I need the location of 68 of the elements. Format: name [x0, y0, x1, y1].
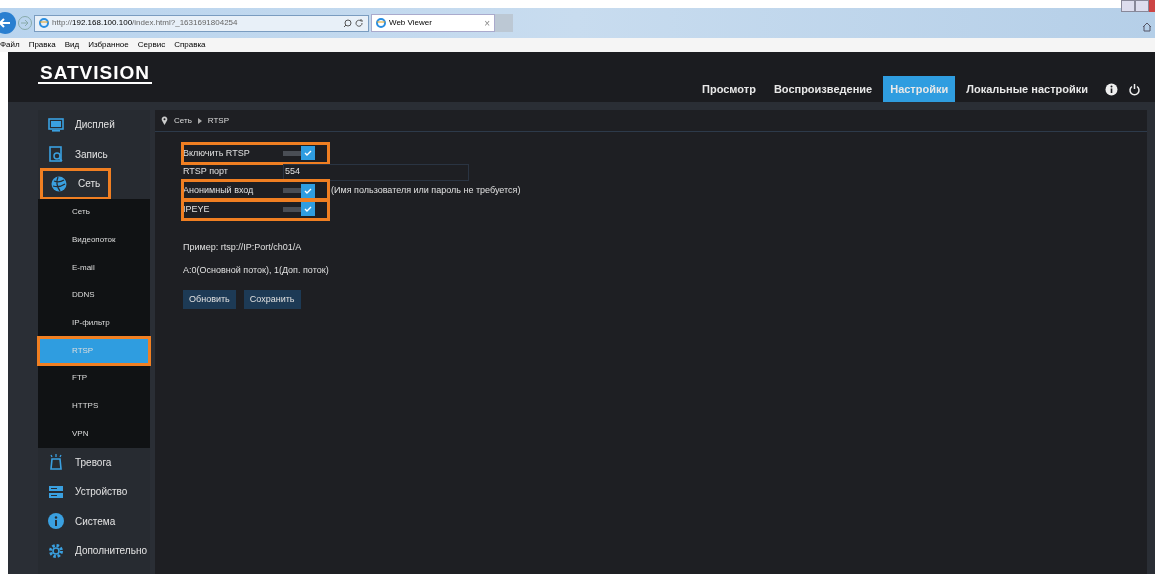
action-button[interactable]: Обновить: [183, 289, 236, 309]
power-icon[interactable]: [1128, 82, 1141, 96]
nav-tab[interactable]: Локальные настройки: [959, 76, 1095, 102]
toggle-switch[interactable]: [283, 146, 315, 161]
logo: SATVISION: [38, 64, 152, 84]
toggle-switch[interactable]: [283, 183, 315, 198]
menu-item[interactable]: Сервис: [137, 39, 166, 51]
input-field[interactable]: 554: [283, 163, 469, 181]
sidebar-item[interactable]: Дисплей: [38, 110, 150, 140]
menu-item[interactable]: Правка: [28, 39, 56, 51]
browser-icon: [39, 18, 49, 28]
refresh-icon: [355, 18, 364, 28]
monitor-icon: [47, 115, 65, 134]
arrow-right-icon: [21, 20, 29, 26]
minimize-button[interactable]: [1121, 0, 1135, 12]
menu-item[interactable]: Справка: [174, 39, 206, 51]
search-icon: [343, 18, 352, 28]
submenu-item[interactable]: IP-фильтр: [38, 309, 150, 337]
sidebar-item[interactable]: Запись: [38, 139, 150, 169]
check-icon: [304, 150, 312, 157]
sidebar-item[interactable]: Дополнительно: [38, 536, 150, 566]
field-label: IPEYE: [183, 202, 211, 216]
submenu-item[interactable]: HTTPS: [38, 392, 150, 420]
location-pin-icon: [161, 116, 168, 125]
menu-item[interactable]: Файл: [0, 39, 20, 51]
back-button[interactable]: [0, 12, 16, 34]
url-text: http://192.168.100.100/index.html?_1631691804254: [52, 17, 238, 29]
nav-tab[interactable]: Воспроизведение: [766, 76, 880, 102]
menu-item[interactable]: Вид: [64, 39, 80, 51]
submenu-item[interactable]: E-mail: [38, 253, 150, 282]
sidebar-item[interactable]: Устройство: [38, 477, 150, 507]
field-label: RTSP порт: [183, 165, 229, 179]
field-label: Включить RTSP: [183, 146, 251, 160]
tab-close-button[interactable]: ×: [484, 15, 490, 31]
globe-icon: [50, 174, 68, 193]
check-icon: [304, 187, 312, 194]
address-bar[interactable]: http://192.168.100.100/index.html?_1631691804254: [34, 14, 369, 32]
hint-text: (Имя пользователя или пароль не требуется): [331, 183, 521, 197]
breadcrumb-item: RTSP: [207, 114, 229, 127]
document-search-icon: [47, 145, 65, 164]
home-icon[interactable]: [1142, 22, 1152, 32]
siren-icon: [47, 453, 65, 472]
browser-tab[interactable]: Web Viewer ×: [371, 14, 495, 32]
gear-icon: [47, 541, 65, 560]
submenu-item[interactable]: Видеопоток: [38, 226, 150, 254]
action-button[interactable]: Сохранить: [243, 289, 301, 309]
sidebar-item[interactable]: Сеть: [41, 169, 110, 199]
check-icon: [304, 206, 312, 213]
info-icon: [47, 512, 65, 531]
sidebar-item[interactable]: Тревога: [38, 447, 150, 478]
submenu-item[interactable]: Сеть: [38, 198, 150, 227]
info-icon[interactable]: [1105, 82, 1118, 96]
note-text: A:0(Основной поток), 1(Доп. поток): [183, 264, 330, 278]
submenu-item[interactable]: VPN: [38, 420, 150, 448]
maximize-button[interactable]: [1135, 0, 1149, 12]
nav-tab[interactable]: Просмотр: [695, 76, 763, 102]
menu-item[interactable]: Избранное: [88, 39, 129, 51]
submenu-item[interactable]: FTP: [38, 364, 150, 393]
field-label: Анонимный вход: [183, 183, 255, 197]
note-text: Пример: rtsp://IP:Port/ch01/A: [183, 240, 303, 254]
browser-icon: [376, 18, 386, 28]
tab-title: Web Viewer: [389, 17, 433, 29]
sidebar-item[interactable]: Система: [38, 506, 150, 537]
toggle-switch[interactable]: [283, 202, 315, 217]
submenu-item[interactable]: DDNS: [38, 281, 150, 310]
breadcrumb-item[interactable]: Сеть: [174, 114, 192, 127]
caret-right-icon: [197, 117, 202, 124]
arrow-left-icon: [0, 18, 11, 28]
